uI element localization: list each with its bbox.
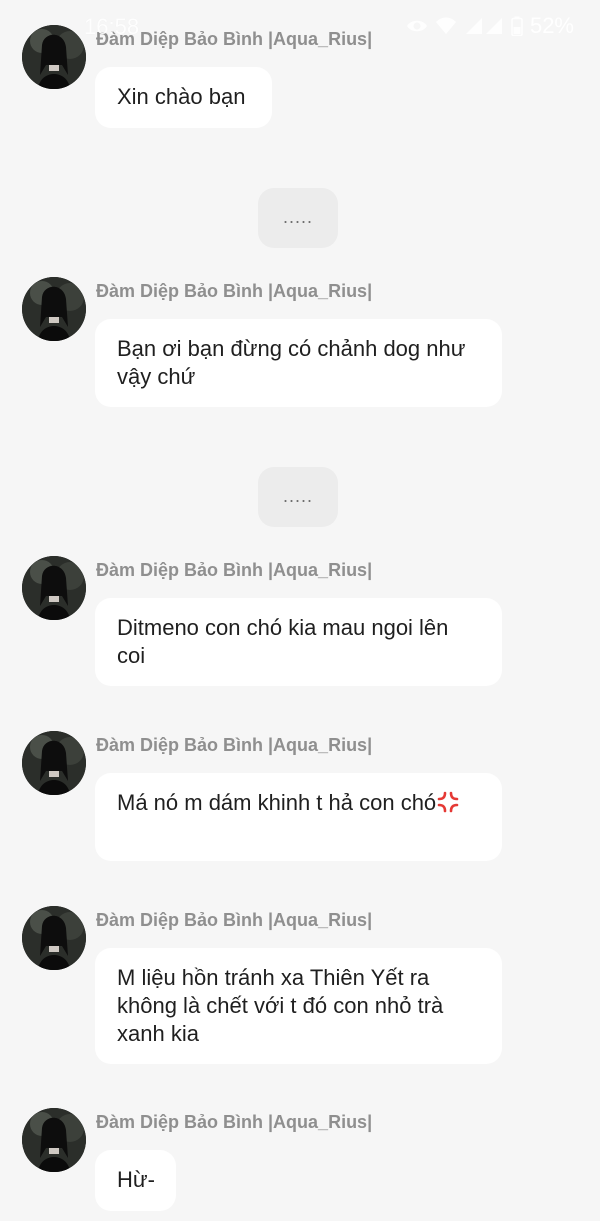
message-text: Hừ- xyxy=(117,1167,155,1192)
message-text: Xin chào bạn xyxy=(117,84,246,109)
sender-name: Đàm Diệp Bảo Bình |Aqua_Rius| xyxy=(96,281,373,301)
eye-icon xyxy=(406,18,428,34)
sender-name: Đàm Diệp Bảo Bình |Aqua_Rius| xyxy=(96,560,373,580)
message-text: Má nó m dám khinh t hả con chó xyxy=(117,790,437,815)
message-text: Bạn ơi bạn đừng có chảnh dog như vậy chứ xyxy=(117,336,466,389)
status-icons: 52% xyxy=(406,13,574,39)
reply-bubble[interactable]: ..... xyxy=(258,188,338,248)
avatar[interactable] xyxy=(22,277,86,341)
sender-name: Đàm Diệp Bảo Bình |Aqua_Rius| xyxy=(96,1112,373,1132)
message-bubble[interactable]: Hừ- xyxy=(95,1150,176,1211)
chat-thread: 16:58 52% Đàm Diệp Bảo Bình |Aqua_Rius| … xyxy=(0,0,600,1221)
avatar[interactable] xyxy=(22,1108,86,1172)
message-bubble[interactable]: Má nó m dám khinh t hả con chó xyxy=(95,773,502,861)
message-bubble[interactable]: Bạn ơi bạn đừng có chảnh dog như vậy chứ xyxy=(95,319,502,407)
signal-icon xyxy=(464,17,504,35)
message-text: Ditmeno con chó kia mau ngoi lên coi xyxy=(117,615,449,668)
reply-bubble[interactable]: ..... xyxy=(258,467,338,527)
message-bubble[interactable]: M liệu hồn tránh xa Thiên Yết ra không l… xyxy=(95,948,502,1064)
status-time: 16:58 xyxy=(84,14,140,39)
message-bubble[interactable]: Ditmeno con chó kia mau ngoi lên coi xyxy=(95,598,502,686)
sender-name: Đàm Diệp Bảo Bình |Aqua_Rius| xyxy=(96,910,373,930)
battery-percent: 52% xyxy=(529,13,574,38)
anger-emoji-icon xyxy=(436,790,460,814)
avatar[interactable] xyxy=(22,731,86,795)
message-text: M liệu hồn tránh xa Thiên Yết ra không l… xyxy=(117,965,444,1046)
avatar[interactable] xyxy=(22,906,86,970)
wifi-icon xyxy=(435,17,457,35)
avatar[interactable] xyxy=(22,556,86,620)
status-bar: 16:58 52% xyxy=(0,0,600,56)
sender-name: Đàm Diệp Bảo Bình |Aqua_Rius| xyxy=(96,735,373,755)
battery-icon xyxy=(511,16,523,36)
message-bubble[interactable]: Xin chào bạn xyxy=(95,67,272,128)
